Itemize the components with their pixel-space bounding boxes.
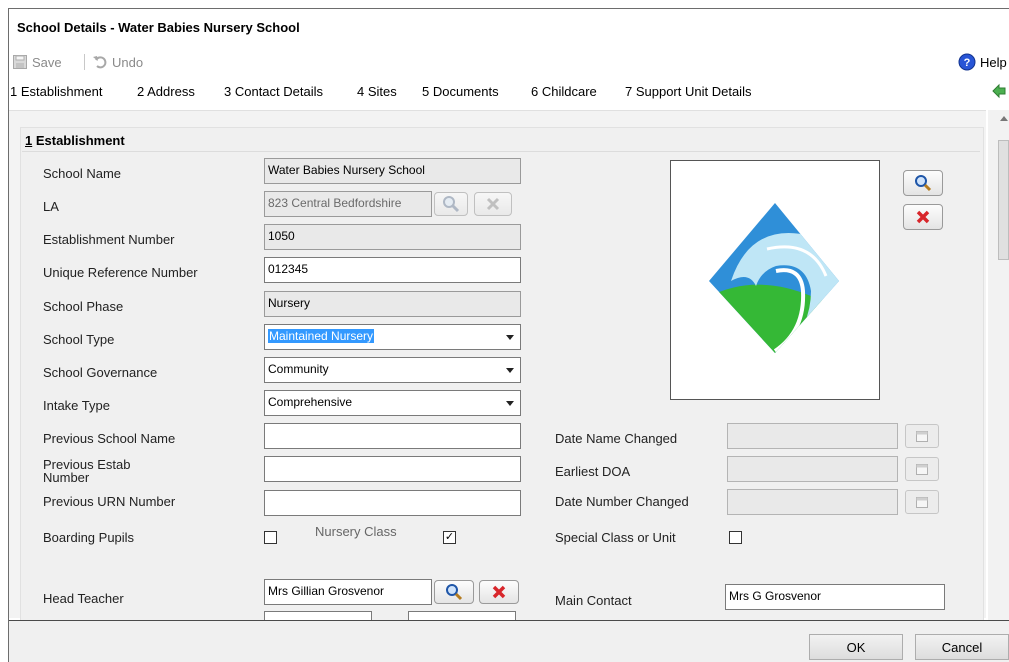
help-icon: ? bbox=[958, 53, 976, 71]
earliest-doa-field[interactable] bbox=[727, 456, 898, 482]
head-teacher-clear-button[interactable] bbox=[479, 580, 519, 604]
previous-school-name-label: Previous School Name bbox=[43, 431, 176, 446]
establishment-number-label: Establishment Number bbox=[43, 232, 175, 247]
help-button[interactable]: ? Help bbox=[958, 53, 1007, 71]
head-teacher-search-button[interactable] bbox=[434, 580, 474, 604]
cancel-button[interactable]: Cancel bbox=[915, 634, 1009, 660]
tab-support-unit-details[interactable]: 7 Support Unit Details bbox=[625, 84, 751, 99]
toolbar bbox=[9, 49, 1009, 75]
ok-button[interactable]: OK bbox=[809, 634, 903, 660]
tab-establishment[interactable]: 1 Establishment bbox=[10, 84, 103, 99]
la-field[interactable]: 823 Central Bedfordshire bbox=[264, 191, 432, 217]
save-icon bbox=[13, 55, 27, 69]
tab-documents[interactable]: 5 Documents bbox=[422, 84, 499, 99]
chevron-down-icon bbox=[506, 401, 514, 406]
previous-urn-input[interactable] bbox=[264, 490, 521, 516]
tab-sites[interactable]: 4 Sites bbox=[357, 84, 397, 99]
date-number-changed-label: Date Number Changed bbox=[555, 494, 689, 509]
magnifier-icon bbox=[443, 196, 460, 213]
nursery-class-checkbox[interactable]: ✓ bbox=[443, 531, 456, 544]
earliest-doa-label: Earliest DOA bbox=[555, 464, 631, 479]
school-logo-frame bbox=[670, 160, 880, 400]
intake-type-label: Intake Type bbox=[43, 398, 110, 413]
red-x-icon bbox=[916, 210, 930, 224]
magnifier-icon bbox=[446, 584, 463, 601]
red-x-icon bbox=[492, 585, 506, 599]
chevron-down-icon bbox=[506, 335, 514, 340]
save-button[interactable]: Save bbox=[12, 53, 62, 71]
chevron-down-icon bbox=[506, 368, 514, 373]
school-phase-label: School Phase bbox=[43, 299, 124, 314]
head-teacher-label: Head Teacher bbox=[43, 591, 124, 606]
main-contact-label: Main Contact bbox=[555, 593, 632, 608]
intake-type-select[interactable]: Comprehensive bbox=[264, 390, 521, 416]
date-number-changed-calendar-button[interactable] bbox=[905, 490, 939, 514]
section-divider bbox=[22, 151, 980, 152]
undo-icon bbox=[93, 56, 107, 69]
boarding-pupils-label: Boarding Pupils bbox=[43, 530, 135, 545]
undo-button[interactable]: Undo bbox=[92, 53, 143, 71]
help-label: Help bbox=[980, 54, 1007, 70]
previous-estab-number-input[interactable] bbox=[264, 456, 521, 482]
calendar-icon bbox=[916, 497, 928, 508]
calendar-icon bbox=[916, 431, 928, 442]
toolbar-separator bbox=[84, 54, 85, 70]
calendar-icon bbox=[916, 464, 928, 475]
svg-text:?: ? bbox=[964, 57, 971, 69]
date-name-changed-field[interactable] bbox=[727, 423, 898, 449]
head-teacher-field[interactable]: Mrs Gillian Grosvenor bbox=[264, 579, 432, 605]
school-type-label: School Type bbox=[43, 332, 115, 347]
tab-address[interactable]: 2 Address bbox=[137, 84, 195, 99]
previous-urn-label: Previous URN Number bbox=[43, 494, 176, 509]
boarding-pupils-checkbox[interactable] bbox=[264, 531, 277, 544]
urn-input[interactable]: 012345 bbox=[264, 257, 521, 283]
tab-childcare[interactable]: 6 Childcare bbox=[531, 84, 597, 99]
scroll-up-icon[interactable] bbox=[1000, 116, 1008, 121]
nursery-class-label: Nursery Class bbox=[315, 524, 397, 539]
school-name-field[interactable]: Water Babies Nursery School bbox=[264, 158, 521, 184]
undo-label: Undo bbox=[112, 54, 144, 70]
la-clear-button[interactable] bbox=[474, 192, 512, 216]
previous-school-name-input[interactable] bbox=[264, 423, 521, 449]
x-icon bbox=[486, 197, 500, 211]
establishment-number-field[interactable]: 1050 bbox=[264, 224, 521, 250]
logo-view-button[interactable] bbox=[903, 170, 943, 196]
la-label: LA bbox=[43, 199, 59, 214]
logo-remove-button[interactable] bbox=[903, 204, 943, 230]
magnifier-icon bbox=[915, 175, 932, 192]
expand-icon[interactable] bbox=[990, 82, 1008, 100]
school-governance-select[interactable]: Community bbox=[264, 357, 521, 383]
section-title: 1 Establishment bbox=[25, 133, 125, 148]
date-number-changed-field[interactable] bbox=[727, 489, 898, 515]
school-phase-field[interactable]: Nursery bbox=[264, 291, 521, 317]
school-name-label: School Name bbox=[43, 166, 122, 181]
date-name-changed-label: Date Name Changed bbox=[555, 431, 678, 446]
urn-label: Unique Reference Number bbox=[43, 265, 198, 280]
tab-contact-details[interactable]: 3 Contact Details bbox=[224, 84, 323, 99]
earliest-doa-calendar-button[interactable] bbox=[905, 457, 939, 481]
previous-estab-number-label-line2: Number bbox=[43, 470, 90, 485]
previous-estab-number-label: Previous Estab Number bbox=[43, 458, 130, 484]
window-title: School Details - Water Babies Nursery Sc… bbox=[17, 20, 300, 35]
special-class-checkbox[interactable] bbox=[729, 531, 742, 544]
school-type-selected-value: Maintained Nursery bbox=[268, 329, 375, 343]
wave-logo bbox=[709, 203, 839, 353]
main-contact-field[interactable]: Mrs G Grosvenor bbox=[725, 584, 945, 610]
special-class-label: Special Class or Unit bbox=[555, 530, 676, 545]
school-governance-label: School Governance bbox=[43, 365, 158, 380]
date-name-changed-calendar-button[interactable] bbox=[905, 424, 939, 448]
school-governance-selected-value: Community bbox=[268, 362, 329, 376]
save-label: Save bbox=[32, 54, 62, 70]
section-title-text: Establishment bbox=[32, 133, 125, 148]
intake-type-selected-value: Comprehensive bbox=[268, 395, 353, 409]
school-type-select[interactable]: Maintained Nursery bbox=[264, 324, 521, 350]
scrollbar-thumb[interactable] bbox=[998, 140, 1009, 260]
la-search-button[interactable] bbox=[434, 192, 468, 216]
